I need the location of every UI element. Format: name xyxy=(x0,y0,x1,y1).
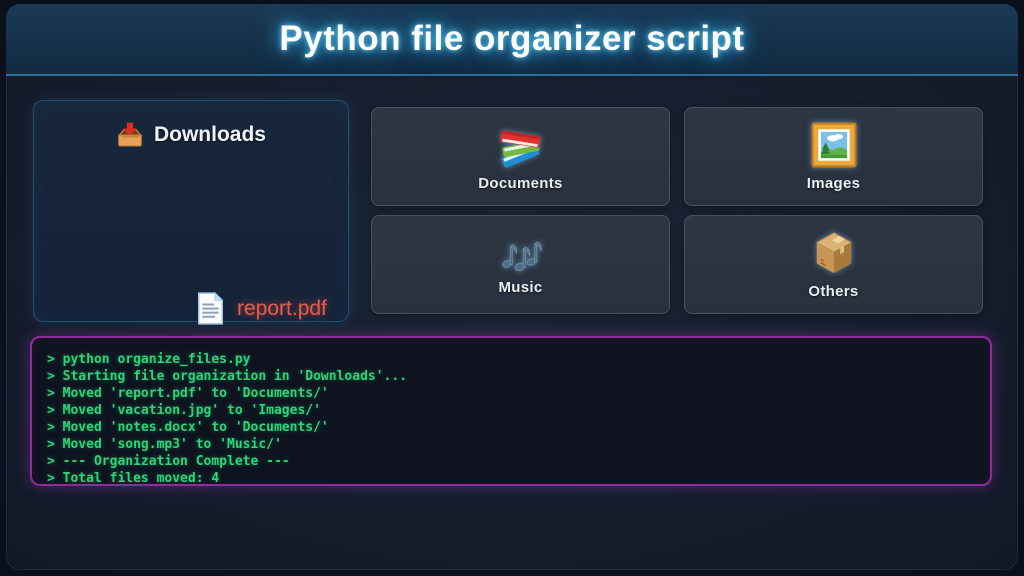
category-tile-music[interactable]: Music xyxy=(371,215,670,314)
downloads-panel: Downloads report.pdf xyxy=(33,100,349,322)
terminal-line: > Moved 'song.mp3' to 'Music/' xyxy=(47,436,980,453)
music-notes-icon xyxy=(499,234,543,272)
inbox-tray-icon xyxy=(116,121,144,149)
category-tile-documents[interactable]: Documents xyxy=(371,107,670,206)
category-grid: Documents Images xyxy=(371,107,983,314)
downloads-title: Downloads xyxy=(154,123,266,147)
app-window: Python file organizer script Downloads xyxy=(6,4,1018,570)
category-label: Images xyxy=(807,175,861,192)
file-name: report.pdf xyxy=(237,297,327,321)
category-label: Documents xyxy=(478,175,562,192)
file-item-report-pdf[interactable]: report.pdf xyxy=(196,291,327,326)
downloads-header: Downloads xyxy=(34,121,348,149)
framed-picture-icon xyxy=(811,122,857,168)
header: Python file organizer script xyxy=(6,4,1018,76)
page-icon xyxy=(196,291,225,326)
terminal-line: > Starting file organization in 'Downloa… xyxy=(47,368,980,385)
category-label: Others xyxy=(808,283,858,300)
page-title: Python file organizer script xyxy=(279,19,744,59)
category-label: Music xyxy=(498,279,542,296)
terminal-output: > python organize_files.py > Starting fi… xyxy=(30,336,992,486)
category-tile-images[interactable]: Images xyxy=(684,107,983,206)
terminal-line: > Moved 'report.pdf' to 'Documents/' xyxy=(47,385,980,402)
terminal-line: > --- Organization Complete --- xyxy=(47,453,980,470)
terminal-line: > Moved 'vacation.jpg' to 'Images/' xyxy=(47,402,980,419)
terminal-line: > Moved 'notes.docx' to 'Documents/' xyxy=(47,419,980,436)
terminal-line: > Total files moved: 4 xyxy=(47,470,980,486)
package-icon xyxy=(813,230,855,276)
terminal-line: > python organize_files.py xyxy=(47,351,980,368)
books-icon xyxy=(498,122,544,168)
category-tile-others[interactable]: Others xyxy=(684,215,983,314)
